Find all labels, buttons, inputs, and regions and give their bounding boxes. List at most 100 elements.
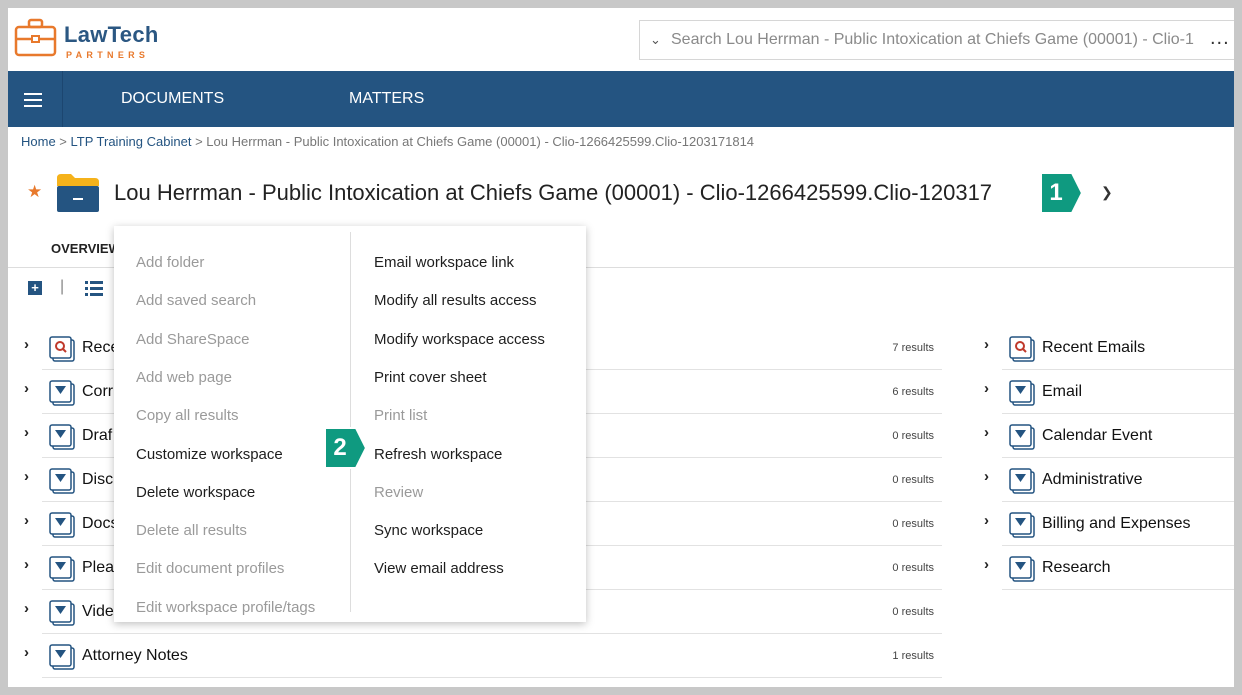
logo-wordmark: LawTech	[64, 22, 159, 47]
breadcrumb-separator: >	[191, 134, 207, 149]
list-item[interactable]: › Recent Emails	[984, 326, 1234, 370]
list-item-label: Attorney Notes	[82, 647, 188, 664]
breadcrumb-current: Lou Herrman - Public Intoxication at Chi…	[206, 134, 755, 149]
menu-item-print-cover-sheet[interactable]: Print cover sheet	[374, 369, 487, 386]
filter-folder-icon	[1008, 555, 1036, 588]
chevron-right-icon[interactable]: ›	[984, 424, 989, 441]
menu-item-refresh-workspace[interactable]: Refresh workspace	[374, 446, 502, 463]
star-icon[interactable]: ★	[27, 182, 42, 202]
list-item-label: Plea	[82, 559, 115, 576]
callout-badge-1: 1	[1038, 170, 1084, 214]
list-item-label: Draf	[82, 427, 113, 444]
briefcase-icon	[14, 18, 57, 57]
menu-item-delete-workspace[interactable]: Delete workspace	[136, 484, 255, 501]
breadcrumb-cabinet[interactable]: LTP Training Cabinet	[71, 134, 192, 149]
list-item-label: Corr	[82, 383, 114, 400]
result-count: 1 results	[892, 650, 934, 662]
chevron-right-icon[interactable]: ›	[984, 336, 989, 353]
list-item[interactable]: › Research	[984, 546, 1234, 590]
menu-item-customize-workspace[interactable]: Customize workspace	[136, 446, 283, 463]
menu-item-add-folder: Add folder	[136, 254, 205, 271]
list-item-label: Vide	[82, 603, 114, 620]
logo-subtext: PARTNERS	[66, 50, 150, 60]
toolbar-divider: |	[60, 278, 65, 295]
filter-folder-icon	[48, 599, 76, 632]
filter-folder-icon	[1008, 511, 1036, 544]
folder-icon	[57, 174, 99, 212]
result-count: 7 results	[892, 342, 934, 354]
lawtech-logo[interactable]: LawTech PARTNERS	[14, 16, 174, 66]
callout-number: 2	[333, 434, 347, 461]
search-box[interactable]: ⌄ Search Lou Herrman - Public Intoxicati…	[639, 20, 1234, 60]
menu-item-delete-all-results: Delete all results	[136, 522, 247, 540]
list-item-label: Research	[1042, 559, 1111, 576]
chevron-right-icon[interactable]: ›	[24, 600, 29, 617]
page-title: Lou Herrman - Public Intoxication at Chi…	[114, 180, 993, 205]
chevron-right-icon[interactable]: ›	[984, 512, 989, 529]
add-icon[interactable]: +	[28, 281, 42, 295]
chevron-down-icon[interactable]: ⌄	[650, 32, 661, 48]
callout-number: 1	[1049, 179, 1063, 206]
menu-item-modify-workspace-access[interactable]: Modify workspace access	[374, 331, 545, 348]
menu-divider	[350, 232, 351, 612]
filter-folder-icon	[1008, 423, 1036, 456]
filter-folder-icon	[48, 467, 76, 500]
hamburger-menu-icon[interactable]	[8, 71, 63, 127]
tab-overview[interactable]: OVERVIEW	[51, 241, 121, 256]
chevron-right-icon[interactable]: ›	[984, 556, 989, 573]
chevron-right-icon[interactable]: ›	[984, 468, 989, 485]
app-frame: LawTech PARTNERS ⌄ Search Lou Herrman - …	[8, 8, 1234, 687]
callout-badge-2: 2	[322, 425, 368, 469]
list-item[interactable]: › Email	[984, 370, 1234, 414]
nav-documents[interactable]: DOCUMENTS	[121, 90, 224, 108]
chevron-right-icon[interactable]: ›	[24, 644, 29, 661]
nav-matters[interactable]: MATTERS	[349, 90, 424, 108]
menu-item-modify-all-results-access[interactable]: Modify all results access	[374, 292, 537, 309]
list-item-label: Docs	[82, 515, 119, 532]
list-item[interactable]: › Calendar Event	[984, 414, 1234, 458]
chevron-right-icon[interactable]: ›	[24, 336, 29, 353]
result-count: 6 results	[892, 386, 934, 398]
chevron-right-icon[interactable]: ›	[24, 468, 29, 485]
chevron-right-icon[interactable]: ›	[984, 380, 989, 397]
list-item[interactable]: › Administrative	[984, 458, 1234, 502]
menu-item-sync-workspace[interactable]: Sync workspace	[374, 522, 483, 539]
result-count: 0 results	[892, 430, 934, 442]
menu-item-add-web-page: Add web page	[136, 368, 232, 386]
search-input[interactable]: Search Lou Herrman - Public Intoxication…	[671, 31, 1201, 49]
filter-folder-icon	[1008, 467, 1036, 500]
chevron-right-icon[interactable]: ›	[24, 556, 29, 573]
list-item-label: Administrative	[1042, 471, 1143, 488]
list-item-label: Disc	[82, 471, 114, 488]
workspace-actions-menu: Add folder Add saved search Add ShareSpace…	[114, 226, 586, 622]
menu-item-add-sharespace: Add ShareSpace	[136, 330, 250, 348]
search-folder-icon	[48, 335, 76, 368]
list-item-label: Email	[1042, 383, 1083, 400]
list-item-label: Billing and Expenses	[1042, 515, 1191, 532]
menu-item-edit-workspace-profile-tags: Edit workspace profile/tags	[136, 598, 316, 616]
menu-item-view-email-address[interactable]: View email address	[374, 560, 504, 577]
filter-folder-icon	[48, 511, 76, 544]
chevron-right-icon[interactable]: ›	[24, 380, 29, 397]
menu-item-review: Review	[374, 483, 424, 501]
more-options-icon[interactable]: ...	[1210, 27, 1230, 50]
chevron-down-icon[interactable]: ❯	[1101, 184, 1113, 201]
filter-folder-icon	[48, 379, 76, 412]
filter-folder-icon	[1008, 379, 1036, 412]
filter-folder-icon	[48, 555, 76, 588]
list-view-icon[interactable]	[85, 280, 103, 296]
menu-item-copy-all-results: Copy all results	[136, 407, 239, 425]
breadcrumb-separator: >	[55, 134, 71, 149]
chevron-right-icon[interactable]: ›	[24, 512, 29, 529]
result-count: 0 results	[892, 606, 934, 618]
breadcrumb-home[interactable]: Home	[21, 134, 56, 149]
menu-item-print-list: Print list	[374, 407, 428, 425]
menu-item-add-saved-search: Add saved search	[136, 292, 257, 310]
filter-folder-icon	[48, 643, 76, 676]
result-count: 0 results	[892, 474, 934, 486]
list-item[interactable]: › Attorney Notes 1 results	[24, 634, 942, 678]
menu-item-email-workspace-link[interactable]: Email workspace link	[374, 254, 514, 271]
list-item[interactable]: › Billing and Expenses	[984, 502, 1234, 546]
chevron-right-icon[interactable]: ›	[24, 424, 29, 441]
result-count: 0 results	[892, 562, 934, 574]
